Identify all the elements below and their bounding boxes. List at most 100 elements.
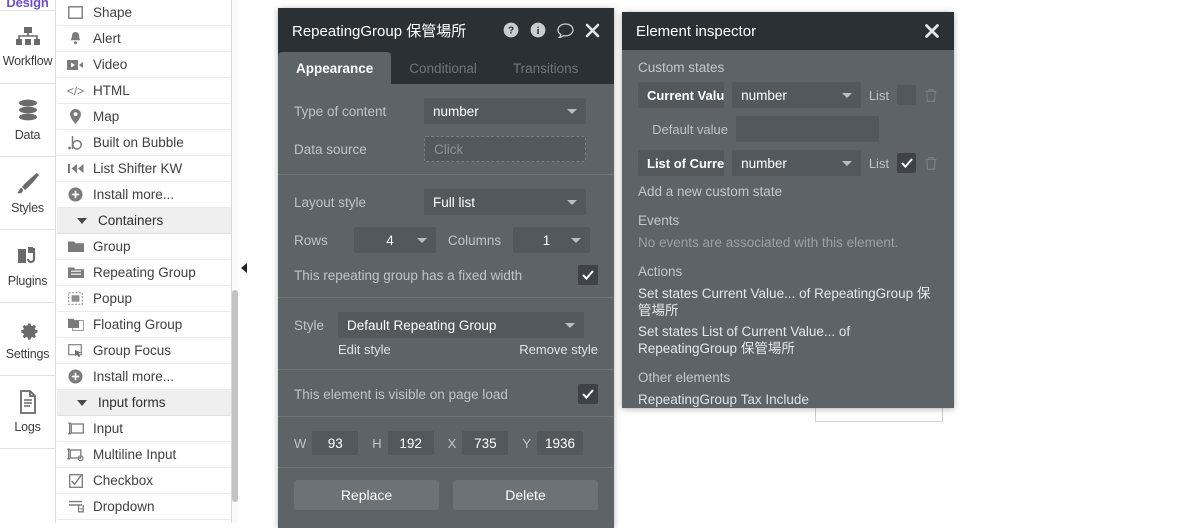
type-of-content-dropdown[interactable]: number <box>424 98 586 124</box>
palette-item-built-on-bubble[interactable]: Built on Bubble <box>57 130 231 156</box>
chevron-down-icon <box>565 322 575 328</box>
svg-text:i: i <box>537 26 540 37</box>
help-icon[interactable]: ? <box>503 22 519 38</box>
sidebar-item-settings[interactable]: Settings <box>0 303 55 376</box>
default-value-input[interactable] <box>736 116 879 142</box>
palette-item-group[interactable]: Group <box>57 234 231 260</box>
visible-on-load-row[interactable]: This element is visible on page load <box>294 384 598 404</box>
remove-style-link[interactable]: Remove style <box>519 342 598 357</box>
collapse-panel-arrow[interactable] <box>239 260 249 276</box>
fixed-width-checkbox[interactable] <box>578 265 598 285</box>
geometry-row: W 93 H 192 X 735 Y 1936 <box>294 431 598 455</box>
sidebar-item-data[interactable]: Data <box>0 84 55 157</box>
page-title: RepeatingGroup 保管場所 <box>292 22 467 40</box>
palette-item-install-more-1[interactable]: Install more... <box>57 182 231 208</box>
height-input[interactable]: 192 <box>387 431 434 455</box>
list-checkbox[interactable] <box>897 85 916 105</box>
palette-item-label: Dropdown <box>93 499 155 514</box>
action-item[interactable]: Set states List of Current Value... of R… <box>638 324 938 358</box>
replace-button[interactable]: Replace <box>294 480 439 510</box>
action-item[interactable]: Set states Current Value... of Repeating… <box>638 286 938 320</box>
sidebar-item-logs[interactable]: Logs <box>0 376 55 449</box>
palette-item-label: Install more... <box>93 187 175 202</box>
palette-item-repeating-group[interactable]: Repeating Group <box>57 260 231 286</box>
state-type-dropdown[interactable]: number <box>732 150 861 176</box>
palette-item-input[interactable]: Input <box>57 416 231 442</box>
rows-dropdown[interactable]: 4 <box>354 227 436 253</box>
geometry-section: W 93 H 192 X 735 Y 1936 <box>278 416 614 455</box>
chevron-down-icon <box>417 237 427 243</box>
palette-group-input-forms[interactable]: Input forms <box>57 390 231 416</box>
palette-item-popup[interactable]: Popup <box>57 286 231 312</box>
sidebar-item-plugins[interactable]: Plugins <box>0 230 55 303</box>
state-type-dropdown[interactable]: number <box>732 82 861 108</box>
palette-item-group-focus[interactable]: Group Focus <box>57 338 231 364</box>
fixed-width-row[interactable]: This repeating group has a fixed width <box>294 265 598 285</box>
caret-down-icon <box>77 217 87 224</box>
palette-item-list-shifter-kw[interactable]: List Shifter KW <box>57 156 231 182</box>
palette-item-checkbox[interactable]: Checkbox <box>57 468 231 494</box>
state-name-current-value[interactable]: Current Value <box>638 82 725 108</box>
info-icon[interactable]: i <box>530 22 546 38</box>
close-icon[interactable] <box>585 23 600 38</box>
content-section: Type of content number Data source Click <box>278 84 614 162</box>
chevron-down-icon <box>841 160 852 166</box>
add-custom-state-link[interactable]: Add a new custom state <box>638 184 938 199</box>
repeating-group-icon <box>67 266 84 279</box>
other-element-item[interactable]: RepeatingGroup Tax Include <box>638 392 938 407</box>
palette-item-map[interactable]: Map <box>57 104 231 130</box>
type-of-content-label: Type of content <box>294 103 387 119</box>
width-input[interactable]: 93 <box>312 431 359 455</box>
sidebar-item-label: Styles <box>11 201 44 215</box>
element-inspector-header-actions <box>924 23 940 39</box>
custom-states-header: Custom states <box>638 60 725 75</box>
trash-icon[interactable] <box>924 156 938 171</box>
tab-conditional[interactable]: Conditional <box>391 52 495 84</box>
sidebar-item-design[interactable]: Design <box>0 0 55 11</box>
x-input[interactable]: 735 <box>462 431 509 455</box>
element-inspector-title: Element inspector <box>636 22 757 40</box>
palette-item-alert[interactable]: Alert <box>57 26 231 52</box>
visible-on-load-checkbox[interactable] <box>578 384 598 404</box>
tab-appearance[interactable]: Appearance <box>278 52 392 84</box>
palette-item-shape[interactable]: Shape <box>57 0 231 26</box>
state-type-value: number <box>741 87 787 103</box>
edit-style-link[interactable]: Edit style <box>338 342 519 357</box>
element-inspector-header[interactable]: Element inspector <box>622 12 954 50</box>
visible-on-load-label: This element is visible on page load <box>294 386 508 402</box>
data-source-row: Data source Click <box>294 136 598 162</box>
palette-group-containers[interactable]: Containers <box>57 208 231 234</box>
style-dropdown[interactable]: Default Repeating Group <box>338 312 584 338</box>
palette-item-label: Floating Group <box>93 317 183 332</box>
floating-group-icon <box>67 318 84 331</box>
columns-dropdown[interactable]: 1 <box>513 227 590 253</box>
palette-item-video[interactable]: Video <box>57 52 231 78</box>
style-links-row: Edit style Remove style <box>294 342 598 357</box>
style-label: Style <box>294 317 325 333</box>
palette-item-multiline-input[interactable]: Multiline Input <box>57 442 231 468</box>
list-checkbox[interactable] <box>897 153 916 173</box>
data-source-label: Data source <box>294 141 367 157</box>
brush-icon <box>15 171 41 198</box>
delete-button[interactable]: Delete <box>453 480 598 510</box>
palette-item-html[interactable]: </> HTML <box>57 78 231 104</box>
sidebar-item-workflow[interactable]: Workflow <box>0 11 55 84</box>
palette-group-label: Containers <box>98 213 164 228</box>
tab-transitions[interactable]: Transitions <box>495 52 597 84</box>
data-source-input[interactable]: Click <box>424 136 586 162</box>
y-input[interactable]: 1936 <box>537 431 584 455</box>
palette-item-install-more-2[interactable]: Install more... <box>57 364 231 390</box>
trash-icon[interactable] <box>924 88 938 103</box>
shape-icon <box>67 6 84 19</box>
comment-icon[interactable] <box>557 22 574 38</box>
palette-item-floating-group[interactable]: Floating Group <box>57 312 231 338</box>
palette-item-dropdown[interactable]: Dropdown <box>57 494 231 520</box>
plugins-icon <box>15 244 41 271</box>
palette-scrollbar-thumb[interactable] <box>232 290 238 502</box>
layout-style-dropdown[interactable]: Full list <box>424 189 586 215</box>
property-editor-header[interactable]: RepeatingGroup 保管場所 ? i <box>278 8 614 52</box>
bell-icon <box>67 31 84 46</box>
close-icon[interactable] <box>924 23 940 39</box>
state-name-list-of-current-value[interactable]: List of Current V <box>638 150 725 176</box>
sidebar-item-styles[interactable]: Styles <box>0 157 55 230</box>
